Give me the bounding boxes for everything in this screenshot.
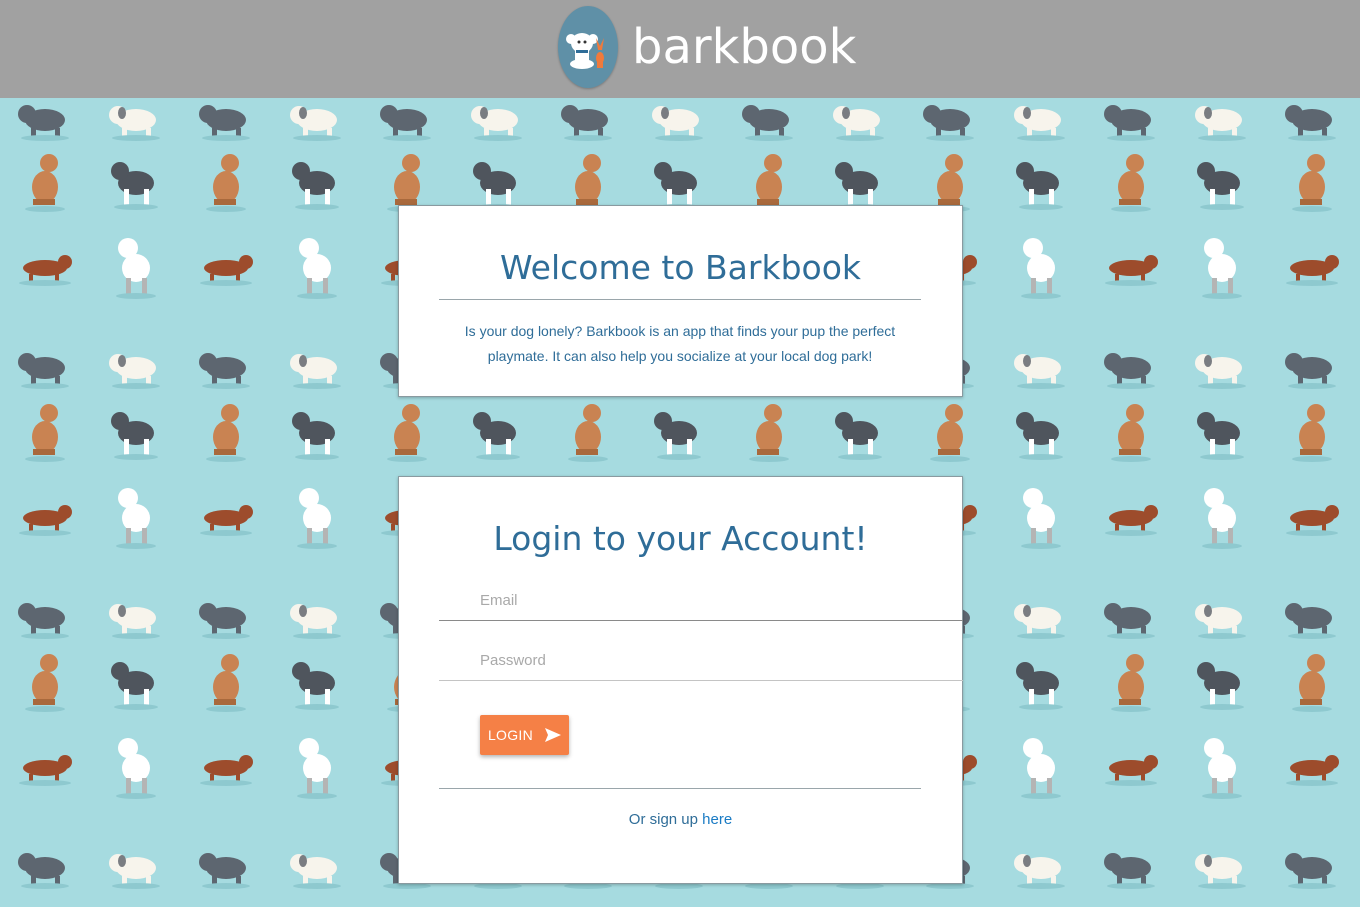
welcome-title: Welcome to Barkbook xyxy=(499,248,862,287)
login-divider xyxy=(439,788,921,789)
welcome-divider xyxy=(439,299,921,300)
welcome-card: Welcome to Barkbook Is your dog lonely? … xyxy=(398,205,963,397)
top-header: barkbook xyxy=(0,0,1360,98)
password-field[interactable] xyxy=(439,641,963,681)
login-button-label: LOGIN xyxy=(487,727,534,743)
signup-prompt: Or sign up here xyxy=(399,811,962,828)
brand-name: barkbook xyxy=(632,19,857,75)
welcome-description: Is your dog lonely? Barkbook is an app t… xyxy=(464,323,896,364)
email-field[interactable] xyxy=(439,581,963,621)
signup-prefix: Or sign up xyxy=(628,811,698,828)
login-card: Login to your Account! LOGIN Or sign up … xyxy=(398,476,963,884)
brand[interactable]: barkbook xyxy=(558,4,856,90)
login-title: Login to your Account! xyxy=(493,519,868,558)
send-arrow-icon xyxy=(545,728,562,742)
signup-link[interactable]: here xyxy=(702,811,732,828)
login-button[interactable]: LOGIN xyxy=(480,715,569,755)
dog-logo-icon xyxy=(558,6,618,88)
